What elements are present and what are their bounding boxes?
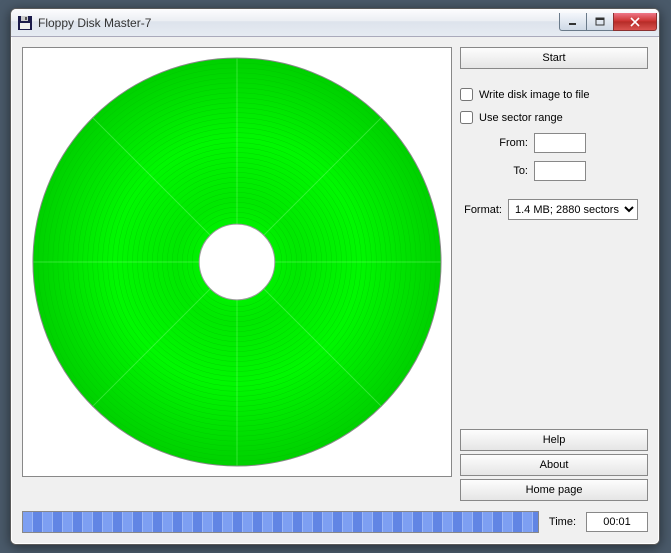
floppy-icon	[17, 15, 33, 31]
write-image-label: Write disk image to file	[479, 89, 589, 101]
app-window: Floppy Disk Master-7	[10, 8, 660, 545]
about-button[interactable]: About	[460, 454, 648, 476]
maximize-button[interactable]	[586, 13, 614, 31]
help-button[interactable]: Help	[460, 429, 648, 451]
to-input[interactable]	[534, 161, 586, 181]
time-label: Time:	[549, 516, 576, 528]
to-label: To:	[480, 165, 528, 177]
use-sector-range-checkbox[interactable]	[460, 111, 473, 124]
time-value: 00:01	[586, 512, 648, 532]
use-sector-range-label: Use sector range	[479, 112, 563, 124]
progress-fill	[23, 512, 538, 532]
client-area: Start Write disk image to file Use secto…	[11, 37, 659, 544]
from-input[interactable]	[534, 133, 586, 153]
minimize-button[interactable]	[559, 13, 587, 31]
disk-visualization	[22, 47, 452, 477]
format-label: Format:	[460, 204, 502, 216]
window-title: Floppy Disk Master-7	[38, 16, 560, 30]
from-label: From:	[480, 137, 528, 149]
close-button[interactable]	[613, 13, 657, 31]
format-select[interactable]: 1.4 MB; 2880 sectors	[508, 199, 638, 220]
side-panel: Start Write disk image to file Use secto…	[460, 47, 648, 501]
status-row: Time: 00:01	[22, 511, 648, 533]
homepage-button[interactable]: Home page	[460, 479, 648, 501]
window-controls	[560, 13, 657, 31]
start-button[interactable]: Start	[460, 47, 648, 69]
progress-bar	[22, 511, 539, 533]
write-image-checkbox[interactable]	[460, 88, 473, 101]
titlebar[interactable]: Floppy Disk Master-7	[11, 9, 659, 37]
